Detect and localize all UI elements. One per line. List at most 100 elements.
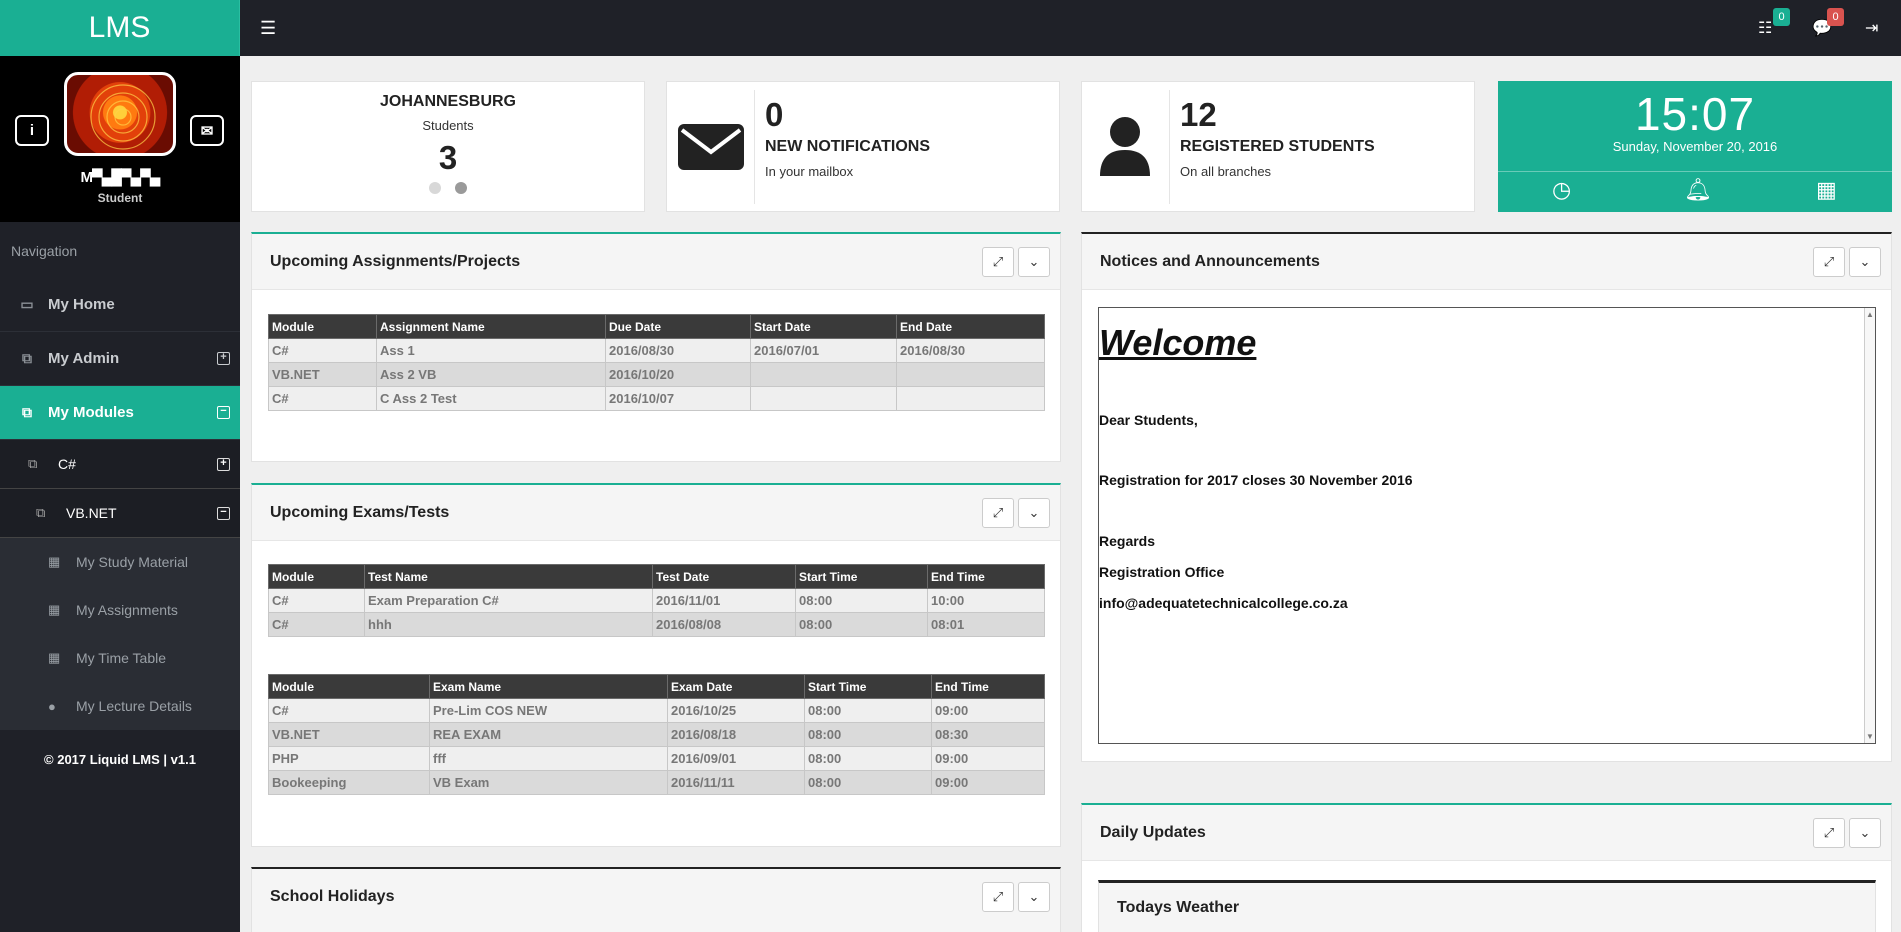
branch-student-count: 3 xyxy=(438,139,458,176)
collapse-icon[interactable]: − xyxy=(217,406,230,419)
table-row[interactable]: C# Exam Preparation C# 2016/11/01 08:00 10:0… xyxy=(268,588,1045,613)
carousel-dot-active[interactable] xyxy=(455,182,467,194)
avatar[interactable] xyxy=(64,72,176,156)
chevron-down-icon[interactable]: ⌄ xyxy=(1018,247,1050,277)
info-button[interactable]: i xyxy=(15,115,49,146)
scroll-down-icon[interactable]: ▼ xyxy=(1866,732,1874,741)
cell: 08:00 xyxy=(795,588,928,613)
module-item-vbnet[interactable]: ⧉ VB.NET − xyxy=(0,489,240,538)
leaf-label: My Study Material xyxy=(76,554,189,570)
cell: PHP xyxy=(268,746,430,771)
cell: Pre-Lim COS NEW xyxy=(429,698,668,723)
calendar-icon[interactable]: ▦ xyxy=(1816,177,1837,203)
table-row[interactable]: PHP fff 2016/09/01 08:00 09:00 xyxy=(268,746,1045,771)
column-header: Exam Name xyxy=(429,674,668,699)
cell: C# xyxy=(268,386,377,411)
chevron-down-icon[interactable]: ⌄ xyxy=(1018,498,1050,528)
tasks-icon[interactable]: ☷ xyxy=(1758,18,1772,38)
cell: 08:30 xyxy=(931,722,1045,747)
expand-icon[interactable]: ⤢ xyxy=(1813,247,1845,277)
mail-button[interactable]: ✉ xyxy=(190,115,224,146)
nav-heading: Navigation xyxy=(11,243,78,259)
chevron-down-icon[interactable]: ⌄ xyxy=(1018,882,1050,912)
calendar-icon: ▦ xyxy=(48,554,61,569)
cell: 08:00 xyxy=(804,722,932,747)
panel-title: Upcoming Exams/Tests xyxy=(270,504,450,521)
expand-icon[interactable]: ⤢ xyxy=(982,498,1014,528)
cell: VB.NET xyxy=(268,722,430,747)
info-icon: i xyxy=(29,122,35,139)
column-header: Start Date xyxy=(750,314,897,339)
table-row[interactable]: VB.NET REA EXAM 2016/08/18 08:00 08:30 xyxy=(268,722,1045,747)
cell xyxy=(896,362,1045,387)
nav-item-my-admin[interactable]: ⧉ My Admin + xyxy=(0,332,240,386)
brand-logo[interactable]: LMS xyxy=(0,0,240,56)
column-header: Due Date xyxy=(605,314,751,339)
column-header: Module xyxy=(268,674,430,699)
nav-item-label: My Admin xyxy=(48,350,120,367)
notice-content[interactable]: Welcome Dear Students, Registration for … xyxy=(1098,307,1876,744)
chevron-down-icon[interactable]: ⌄ xyxy=(1849,247,1881,277)
expand-icon[interactable]: ⤢ xyxy=(982,882,1014,912)
column-header: Test Name xyxy=(364,564,653,589)
expand-icon[interactable]: + xyxy=(217,458,230,471)
cell: Exam Preparation C# xyxy=(364,588,653,613)
cell: 08:00 xyxy=(804,698,932,723)
leaf-lecture-details[interactable]: ● My Lecture Details xyxy=(0,682,240,730)
collapse-icon[interactable]: − xyxy=(217,507,230,520)
card-divider xyxy=(1169,90,1170,204)
leaf-study-material[interactable]: ▦ My Study Material xyxy=(0,538,240,586)
table-row[interactable]: C# Pre-Lim COS NEW 2016/10/25 08:00 09:00 xyxy=(268,698,1045,723)
notice-heading: Welcome xyxy=(1099,322,1257,363)
copy-icon: ⧉ xyxy=(36,505,46,520)
carousel-dot[interactable] xyxy=(429,182,441,194)
panel-header: School Holidays ⤢ ⌄ xyxy=(252,869,1060,932)
logout-icon[interactable]: ⇥ xyxy=(1865,18,1878,38)
desktop-icon: ▭ xyxy=(20,296,34,312)
user-icon: ● xyxy=(48,698,56,714)
table-row[interactable]: C# C Ass 2 Test 2016/10/07 xyxy=(268,386,1045,411)
cell: 2016/08/18 xyxy=(667,722,805,747)
carousel-dots xyxy=(252,181,644,197)
leaf-assignments[interactable]: ▦ My Assignments xyxy=(0,586,240,634)
cell: 10:00 xyxy=(927,588,1045,613)
menu-toggle-icon[interactable]: ☰ xyxy=(260,18,276,39)
expand-icon[interactable]: ⤢ xyxy=(982,247,1014,277)
table-row[interactable]: Bookeeping VB Exam 2016/11/11 08:00 09:00 xyxy=(268,770,1045,795)
notice-line: Dear Students, xyxy=(1099,412,1198,428)
expand-icon[interactable]: + xyxy=(217,352,230,365)
panel-header: Upcoming Assignments/Projects ⤢ ⌄ xyxy=(252,234,1060,290)
scroll-up-icon[interactable]: ▲ xyxy=(1866,310,1874,319)
cell: 09:00 xyxy=(931,746,1045,771)
expand-icon[interactable]: ⤢ xyxy=(1813,818,1845,848)
cell: 08:00 xyxy=(795,612,928,637)
holidays-panel: School Holidays ⤢ ⌄ xyxy=(251,867,1061,932)
table-row[interactable]: C# Ass 1 2016/08/30 2016/07/01 2016/08/30 xyxy=(268,338,1045,363)
table-row[interactable]: VB.NET Ass 2 VB 2016/10/20 xyxy=(268,362,1045,387)
messages-badge: 0 xyxy=(1827,8,1844,26)
nav-item-my-home[interactable]: ▭ My Home xyxy=(0,278,240,332)
registered-students-card: 12 REGISTERED STUDENTS On all branches xyxy=(1081,81,1475,212)
branch-students-card: JOHANNESBURG Students 3 xyxy=(251,81,645,212)
nav-item-label: My Modules xyxy=(48,404,134,421)
copy-icon: ⧉ xyxy=(28,456,38,471)
notices-panel: Notices and Announcements ⤢ ⌄ Welcome Dea… xyxy=(1081,232,1892,762)
clock-widget: 15:07 Sunday, November 20, 2016 ◷ 🔔︎ ▦ xyxy=(1498,81,1892,212)
card-divider xyxy=(754,90,755,204)
column-header: Start Time xyxy=(795,564,928,589)
cell: Ass 2 VB xyxy=(376,362,606,387)
scrollbar[interactable]: ▲ ▼ xyxy=(1864,308,1875,743)
copyright: © 2017 Liquid LMS | v1.1 xyxy=(44,752,196,767)
nav-item-my-modules[interactable]: ⧉ My Modules − xyxy=(0,386,240,440)
clock-icon[interactable]: ◷ xyxy=(1552,177,1571,203)
chevron-down-icon[interactable]: ⌄ xyxy=(1849,818,1881,848)
module-item-csharp[interactable]: ⧉ C# + xyxy=(0,440,240,489)
leaf-time-table[interactable]: ▦ My Time Table xyxy=(0,634,240,682)
weather-box: Todays Weather xyxy=(1098,880,1876,932)
cell: 2016/10/25 xyxy=(667,698,805,723)
envelope-icon: ✉ xyxy=(200,122,214,140)
column-header: End Time xyxy=(927,564,1045,589)
weather-title: Todays Weather xyxy=(1117,899,1240,916)
table-row[interactable]: C# hhh 2016/08/08 08:00 08:01 xyxy=(268,612,1045,637)
bell-icon[interactable]: 🔔︎ xyxy=(1684,177,1712,203)
